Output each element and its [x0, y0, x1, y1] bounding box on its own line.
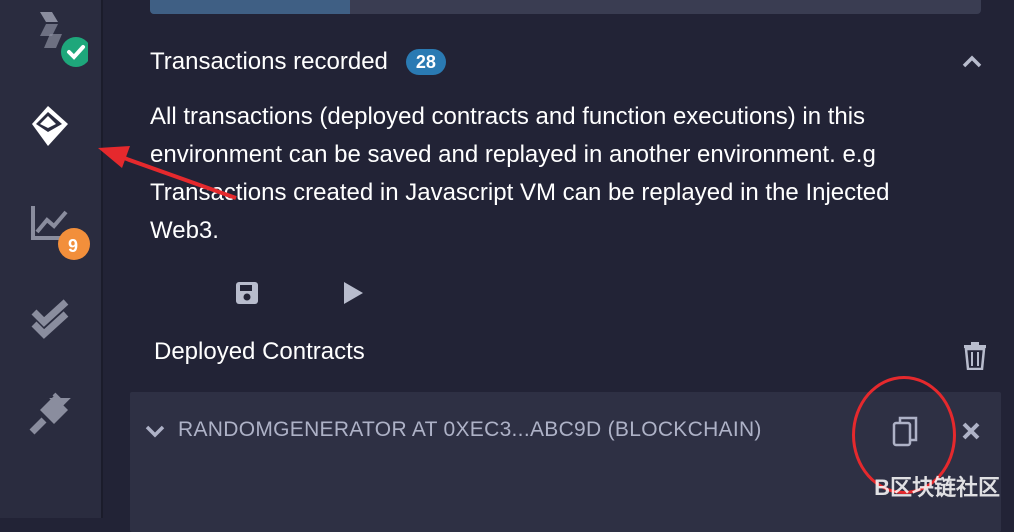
- chevron-down-icon[interactable]: [144, 420, 166, 442]
- chart-icon: [31, 206, 90, 260]
- close-icon: [962, 422, 980, 440]
- success-check-badge: [61, 37, 91, 67]
- sidebar-item-plugin-manager[interactable]: [26, 388, 78, 440]
- replay-transactions-button[interactable]: [340, 279, 366, 307]
- sidebar-item-analysis[interactable]: 9: [26, 198, 90, 260]
- save-transactions-button[interactable]: [234, 280, 260, 306]
- clear-instances-button[interactable]: [963, 342, 987, 371]
- contract-instance-label[interactable]: RANDOMGENERATOR AT 0XEC3...ABC9D (BLOCKC…: [178, 418, 762, 442]
- trash-icon: [964, 342, 986, 371]
- transactions-recorded-title: Transactions recorded: [150, 48, 388, 75]
- analysis-badge-count: 9: [68, 236, 79, 256]
- transactions-recorded-header[interactable]: Transactions recorded 28: [150, 44, 446, 80]
- transactions-description: All transactions (deployed contracts and…: [150, 103, 890, 244]
- save-icon: [236, 282, 258, 304]
- deployed-contracts-title: Deployed Contracts: [154, 338, 365, 365]
- plug-icon: [29, 392, 71, 435]
- top-progress-bar: [150, 0, 981, 14]
- deploy-run-panel: Transactions recorded 28 All transaction…: [103, 0, 1014, 532]
- icon-sidebar: 9: [0, 0, 103, 518]
- transactions-count-badge: 28: [405, 49, 446, 75]
- ethereum-icon: [32, 106, 68, 146]
- sidebar-item-deploy-run[interactable]: [26, 102, 78, 154]
- remove-instance-button[interactable]: [960, 420, 982, 442]
- play-icon: [344, 282, 363, 304]
- watermark-text: B区块链社区: [874, 475, 1000, 500]
- sidebar-item-solidity-compiler[interactable]: [26, 8, 91, 67]
- chevron-up-icon[interactable]: [960, 50, 984, 74]
- sidebar-item-testing[interactable]: [26, 292, 78, 344]
- double-check-icon: [31, 299, 69, 339]
- compile-icon: [40, 12, 91, 67]
